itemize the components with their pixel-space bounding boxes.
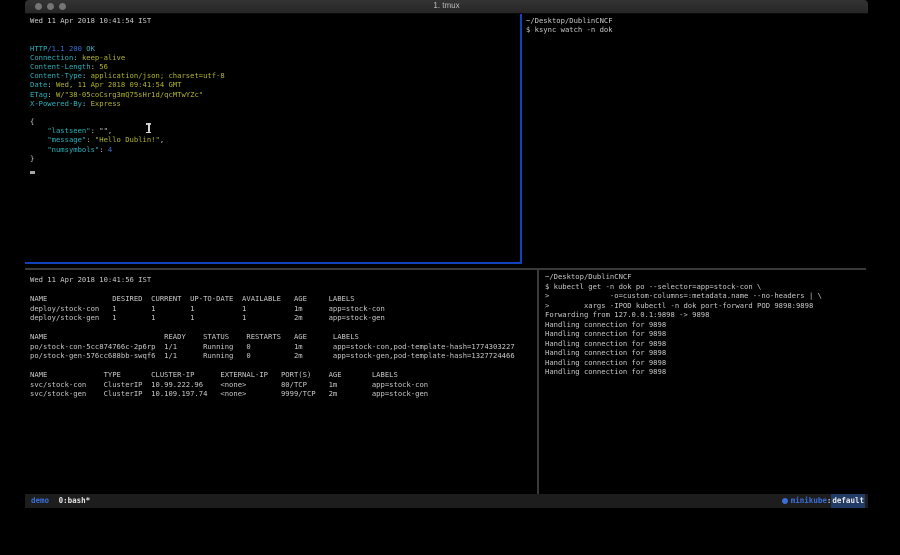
- terminal-line: NAME READY STATUS RESTARTS AGE LABELS: [30, 332, 535, 342]
- tmux-session: Wed 11 Apr 2018 10:41:54 IST HTTP/1.1 20…: [25, 14, 868, 494]
- terminal-line: [30, 285, 535, 295]
- pane-kubectl-get[interactable]: Wed 11 Apr 2018 10:41:56 IST NAME DESIRE…: [30, 275, 535, 399]
- terminal-line: Content-Type: application/json; charset=…: [30, 71, 518, 80]
- kube-context: minikube: [791, 494, 827, 508]
- terminal-line: Connection: keep-alive: [30, 53, 518, 62]
- terminal-line: svc/stock-gen ClusterIP 10.109.197.74 <n…: [30, 389, 535, 399]
- terminal-line: [30, 323, 535, 333]
- terminal-line: Wed 11 Apr 2018 10:41:56 IST: [30, 275, 535, 285]
- terminal-line: "lastseen": "",: [30, 126, 518, 135]
- terminal-line: [30, 361, 535, 371]
- terminal-line: Handling connection for 9898: [545, 329, 865, 339]
- terminal-line: ~/Desktop/DublinCNCF: [526, 16, 864, 25]
- status-right: minikube : default: [782, 494, 865, 508]
- pane-http-response[interactable]: Wed 11 Apr 2018 10:41:54 IST HTTP/1.1 20…: [30, 16, 518, 163]
- terminal-line: }: [30, 154, 518, 163]
- terminal-line: Handling connection for 9898: [545, 358, 865, 368]
- terminal-line: po/stock-gen-576cc688bb-swqf6 1/1 Runnin…: [30, 351, 535, 361]
- active-pane-border-horizontal[interactable]: [25, 262, 522, 264]
- terminal-line: svc/stock-con ClusterIP 10.99.222.96 <no…: [30, 380, 535, 390]
- status-left: demo 0:bash*: [31, 494, 90, 508]
- pane-port-forward[interactable]: ~/Desktop/DublinCNCF$ kubectl get -n dok…: [545, 272, 865, 377]
- terminal-line: Handling connection for 9898: [545, 367, 865, 377]
- tmux-status-bar: demo 0:bash* minikube : default: [25, 494, 868, 508]
- terminal-line: Wed 11 Apr 2018 10:41:54 IST: [30, 16, 518, 25]
- kube-namespace: default: [831, 494, 865, 508]
- terminal-line: deploy/stock-con 1 1 1 1 1m app=stock-co…: [30, 304, 535, 314]
- terminal-line: po/stock-con-5cc874766c-2p6rp 1/1 Runnin…: [30, 342, 535, 352]
- terminal-line: Handling connection for 9898: [545, 339, 865, 349]
- window-title: 1. tmux: [25, 1, 868, 10]
- terminal-line: deploy/stock-gen 1 1 1 1 2m app=stock-ge…: [30, 313, 535, 323]
- kubernetes-icon: [782, 498, 788, 504]
- terminal-line: Forwarding from 127.0.0.1:9898 -> 9898: [545, 310, 865, 320]
- terminal-line: "message": "Hello Dublin!",: [30, 135, 518, 144]
- pane-ksync-watch[interactable]: ~/Desktop/DublinCNCF$ ksync watch -n dok: [526, 16, 864, 34]
- pane-border-horizontal[interactable]: [25, 268, 866, 270]
- terminal-line: NAME TYPE CLUSTER-IP EXTERNAL-IP PORT(S)…: [30, 370, 535, 380]
- terminal-cursor: [30, 171, 35, 174]
- terminal-line: X-Powered-By: Express: [30, 99, 518, 108]
- terminal-line: Date: Wed, 11 Apr 2018 09:41:54 GMT: [30, 80, 518, 89]
- terminal-line: [30, 34, 518, 43]
- terminal-line: $ ksync watch -n dok: [526, 25, 864, 34]
- terminal-line: Content-Length: 56: [30, 62, 518, 71]
- terminal-line: {: [30, 117, 518, 126]
- terminal-line: HTTP/1.1 200 OK: [30, 44, 518, 53]
- terminal-line: NAME DESIRED CURRENT UP-TO-DATE AVAILABL…: [30, 294, 535, 304]
- active-pane-border-vertical[interactable]: [520, 14, 522, 264]
- pane-border-vertical[interactable]: [537, 270, 539, 494]
- terminal-line: ETag: W/"38-05coCsrg3mQ75sHr1d/qcMTwYZc": [30, 90, 518, 99]
- mouse-cursor: [145, 123, 152, 133]
- terminal-line: Handling connection for 9898: [545, 320, 865, 330]
- window-tab-bash[interactable]: 0:bash*: [59, 496, 91, 505]
- terminal-line: "numsymbols": 4: [30, 145, 518, 154]
- terminal-window: 1. tmux Wed 11 Apr 2018 10:41:54 IST HTT…: [25, 0, 868, 508]
- terminal-line: [30, 108, 518, 117]
- terminal-line: ~/Desktop/DublinCNCF: [545, 272, 865, 282]
- session-name: demo: [31, 496, 49, 505]
- terminal-line: > xargs -IPOD kubectl -n dok port-forwar…: [545, 301, 865, 311]
- terminal-line: Handling connection for 9898: [545, 348, 865, 358]
- terminal-line: $ kubectl get -n dok po --selector=app=s…: [545, 282, 865, 292]
- titlebar[interactable]: 1. tmux: [25, 0, 868, 14]
- terminal-line: > -o=custom-columns=:metadata.name --no-…: [545, 291, 865, 301]
- screen: { "window": { "title": "1. tmux" }, "col…: [0, 0, 900, 555]
- terminal-line: [30, 25, 518, 34]
